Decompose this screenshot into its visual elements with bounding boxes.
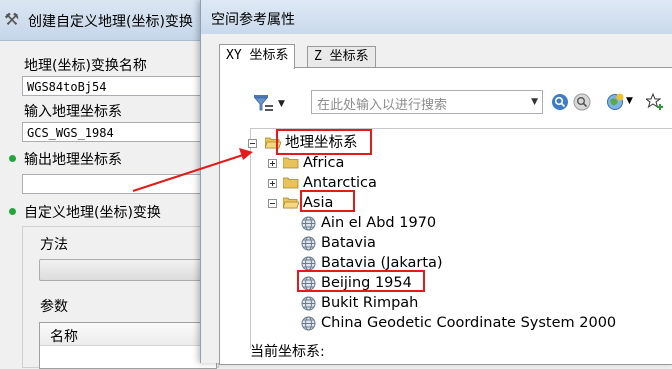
highlight-box-geographic-cs bbox=[276, 129, 372, 155]
globe-icon bbox=[301, 256, 316, 271]
params-grid-header: 名称 bbox=[40, 323, 216, 346]
clear-search-icon[interactable] bbox=[573, 93, 591, 111]
collapse-toggle-icon[interactable] bbox=[268, 199, 277, 208]
folder-icon bbox=[283, 157, 299, 169]
create-custom-transform-dialog: ⚒ 创建自定义地理(坐标)变换 地理(坐标)变换名称 WGS84toBj54 输… bbox=[0, 0, 219, 369]
grid-header-name[interactable]: 名称 bbox=[50, 326, 78, 346]
custom-transform-status-dot bbox=[9, 208, 16, 215]
tree-label-cs: Bukit Rimpah bbox=[321, 295, 419, 311]
current-cs-label: 当前坐标系: bbox=[250, 344, 325, 360]
add-coordinate-system-button[interactable]: ▼ bbox=[606, 93, 634, 111]
highlight-box-asia bbox=[300, 190, 355, 212]
tree-label-cs: Ain el Abd 1970 bbox=[321, 215, 437, 231]
dialog-title-bar[interactable]: 空间参考属性 bbox=[201, 0, 672, 34]
search-icon[interactable] bbox=[551, 93, 569, 111]
output-gcs-field[interactable] bbox=[22, 174, 212, 194]
spatial-reference-dialog: 空间参考属性 XY 坐标系 Z 坐标系 ▼ 在此处输入以进行搜索 ▼ ▼ 地理坐… bbox=[200, 0, 672, 365]
custom-transform-label: 自定义地理(坐标)变换 bbox=[24, 205, 161, 221]
tab-z-coordinate-system[interactable]: Z 坐标系 bbox=[307, 46, 376, 68]
globe-icon bbox=[301, 236, 316, 251]
expand-toggle-icon[interactable] bbox=[268, 159, 277, 168]
highlight-box-beijing-1954 bbox=[297, 270, 425, 292]
search-history-dropdown-icon[interactable]: ▼ bbox=[531, 97, 538, 107]
transform-name-label: 地理(坐标)变换名称 bbox=[24, 58, 147, 74]
dialog-title: 空间参考属性 bbox=[211, 12, 295, 28]
hammer-icon: ⚒ bbox=[4, 10, 20, 30]
tree-label-africa: Africa bbox=[303, 155, 345, 171]
params-label: 参数 bbox=[40, 299, 68, 315]
globe-icon bbox=[301, 216, 316, 231]
filter-button[interactable]: ▼ bbox=[252, 92, 288, 114]
filter-icon bbox=[254, 95, 273, 111]
params-grid: 名称 bbox=[39, 322, 217, 369]
search-input[interactable]: 在此处输入以进行搜索 ▼ bbox=[311, 90, 543, 114]
filter-dropdown-arrow-icon: ▼ bbox=[278, 99, 285, 109]
tree-label-cs: Batavia bbox=[321, 235, 376, 251]
tab-xy-coordinate-system[interactable]: XY 坐标系 bbox=[219, 44, 296, 69]
method-combobox[interactable] bbox=[39, 259, 215, 281]
collapse-toggle-icon[interactable] bbox=[248, 139, 257, 148]
output-gcs-status-dot bbox=[9, 155, 16, 162]
add-favorite-icon[interactable] bbox=[646, 93, 664, 111]
xy-tab-page: ▼ 在此处输入以进行搜索 ▼ ▼ 地理坐标系 Africa Antarctica… bbox=[219, 67, 672, 365]
globe-icon bbox=[301, 316, 316, 331]
transform-name-field[interactable]: WGS84toBj54 bbox=[22, 76, 212, 96]
folder-icon bbox=[283, 177, 299, 189]
tree-label-cs: China Geodetic Coordinate System 2000 bbox=[321, 315, 617, 331]
globe-dropdown-arrow-icon: ▼ bbox=[626, 96, 633, 106]
coordinate-system-tree[interactable]: 地理坐标系 Africa Antarctica Asia Ain el Abd … bbox=[248, 128, 672, 349]
open-folder-icon bbox=[283, 197, 299, 209]
bg-dialog-title: 创建自定义地理(坐标)变换 bbox=[28, 14, 193, 30]
globe-add-icon bbox=[607, 93, 624, 110]
bg-title-bar[interactable]: ⚒ 创建自定义地理(坐标)变换 bbox=[0, 0, 215, 41]
expand-toggle-icon[interactable] bbox=[268, 179, 277, 188]
input-gcs-label: 输入地理坐标系 bbox=[24, 104, 122, 120]
globe-icon bbox=[301, 296, 316, 311]
output-gcs-label: 输出地理坐标系 bbox=[24, 152, 122, 168]
search-placeholder: 在此处输入以进行搜索 bbox=[317, 98, 448, 113]
method-label: 方法 bbox=[40, 237, 68, 253]
input-gcs-field[interactable]: GCS_WGS_1984 bbox=[22, 122, 212, 142]
